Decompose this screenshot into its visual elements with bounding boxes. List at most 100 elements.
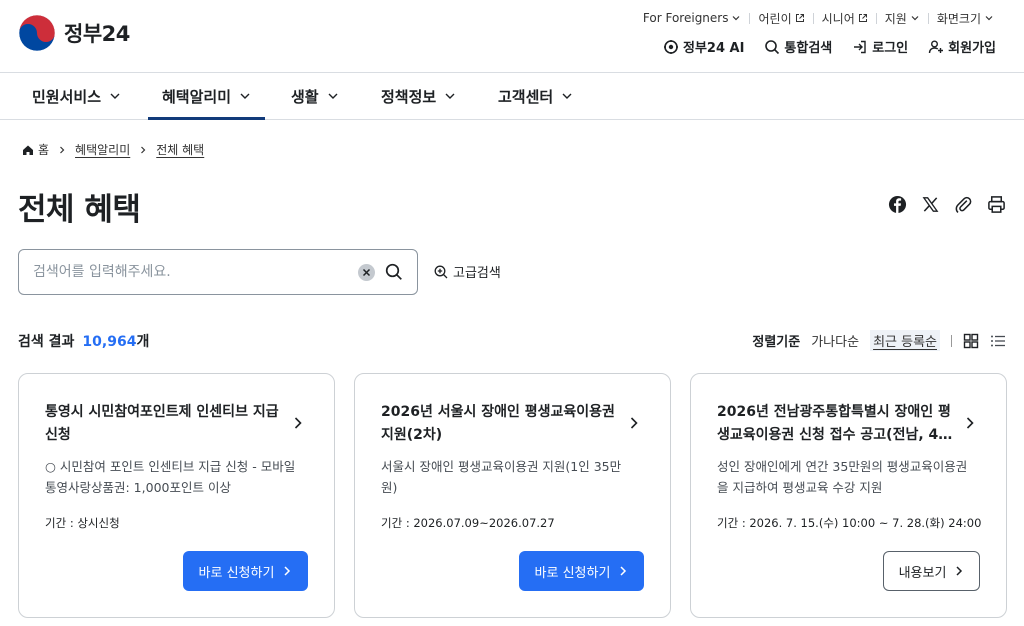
main-nav: 민원서비스 혜택알리미 생활 정책정보 고객센터 xyxy=(0,72,1024,120)
chevron-down-icon xyxy=(445,93,455,99)
button-label: 내용보기 xyxy=(898,565,947,581)
facebook-icon[interactable] xyxy=(888,195,907,214)
apply-now-button[interactable]: 바로 신청하기 xyxy=(519,551,644,591)
x-twitter-icon[interactable] xyxy=(921,195,940,214)
support-menu[interactable]: 지원 xyxy=(877,9,928,27)
link-copy-icon[interactable] xyxy=(954,195,973,214)
chevron-right-icon xyxy=(620,566,627,576)
breadcrumb-benefits[interactable]: 혜택알리미 xyxy=(75,141,130,158)
chevron-right-icon[interactable] xyxy=(292,416,304,430)
nav-label: 정책정보 xyxy=(381,87,437,106)
home-icon xyxy=(23,145,33,155)
integrated-search-button[interactable]: 통합검색 xyxy=(764,37,832,56)
share-tools xyxy=(888,195,1006,214)
print-icon[interactable] xyxy=(987,195,1006,214)
chevron-right-icon[interactable] xyxy=(628,416,640,430)
breadcrumb-home[interactable]: 홈 xyxy=(22,141,49,158)
nav-label: 민원서비스 xyxy=(32,87,102,106)
nav-policy[interactable]: 정책정보 xyxy=(381,73,456,119)
signup-button[interactable]: 회원가입 xyxy=(928,37,996,56)
search-box xyxy=(18,249,418,295)
apply-now-button[interactable]: 바로 신청하기 xyxy=(183,551,308,591)
close-icon xyxy=(362,268,371,276)
benefit-card[interactable]: 통영시 시민참여포인트제 인센티브 지급 신청 ○ 시민참여 포인트 인센티브 … xyxy=(18,373,335,618)
gov24-ai-button[interactable]: 정부24 AI xyxy=(663,37,744,56)
font-size-menu[interactable]: 화면크기 xyxy=(929,9,1002,27)
breadcrumb-home-label: 홈 xyxy=(38,143,50,157)
card-description: 성인 장애인에게 연간 35만원의 평생교육이용권을 지급하여 평생교육 수강 … xyxy=(717,459,968,495)
chevron-right-icon xyxy=(60,146,65,153)
signup-label: 회원가입 xyxy=(948,41,996,56)
chevron-down-icon xyxy=(110,93,120,99)
chevron-right-icon xyxy=(141,146,146,153)
sort-alphabetical[interactable]: 가나다순 xyxy=(811,331,859,350)
nav-customer-center[interactable]: 고객센터 xyxy=(498,73,573,119)
nav-label: 생활 xyxy=(291,87,319,106)
search-icon[interactable] xyxy=(385,263,403,281)
nav-benefits[interactable]: 혜택알리미 xyxy=(148,73,266,120)
nav-label: 혜택알리미 xyxy=(162,87,232,106)
chevron-down-icon xyxy=(328,93,338,99)
login-button[interactable]: 로그인 xyxy=(852,37,908,56)
result-count: 검색 결과 10,964개 xyxy=(18,331,149,351)
chevron-right-icon[interactable] xyxy=(964,416,976,430)
breadcrumb-current[interactable]: 전체 혜택 xyxy=(156,141,204,158)
senior-link[interactable]: 시니어 xyxy=(814,9,876,27)
login-label: 로그인 xyxy=(872,41,909,56)
card-period: 기간 : 2026.07.09~2026.07.27 xyxy=(381,516,555,530)
ai-badge-icon xyxy=(663,39,678,54)
result-number: 10,964 xyxy=(82,334,137,350)
chevron-down-icon xyxy=(562,93,572,99)
clear-search-button[interactable] xyxy=(358,263,375,281)
search-icon xyxy=(765,39,780,54)
grid-view-icon[interactable] xyxy=(963,333,979,349)
list-view-icon[interactable] xyxy=(990,333,1006,349)
divider xyxy=(951,334,952,347)
nav-civil-services[interactable]: 민원서비스 xyxy=(32,73,121,119)
utility-nav: For Foreigners 어린이 시니어 지원 화면크기 xyxy=(635,9,1002,27)
kids-label: 어린이 xyxy=(758,11,792,26)
external-link-icon xyxy=(795,14,804,22)
senior-label: 시니어 xyxy=(821,11,855,26)
card-title[interactable]: 2026년 전남광주통합특별시 장애인 평생교육이용권 신청 접수 공고(전남,… xyxy=(717,401,955,447)
zoom-in-icon xyxy=(434,265,448,278)
support-label: 지원 xyxy=(884,11,907,26)
sort-recent[interactable]: 최근 등록순 xyxy=(870,330,940,351)
for-foreigners-menu[interactable]: For Foreigners xyxy=(635,9,750,27)
advanced-search-button[interactable]: 고급검색 xyxy=(434,262,501,281)
breadcrumb: 홈 혜택알리미 전체 혜택 xyxy=(22,141,204,158)
result-unit: 개 xyxy=(136,334,150,350)
view-details-button[interactable]: 내용보기 xyxy=(883,551,980,591)
login-icon xyxy=(854,40,866,53)
card-title[interactable]: 2026년 서울시 장애인 평생교육이용권 지원(2차) xyxy=(381,401,619,447)
chevron-down-icon xyxy=(911,16,919,21)
result-label: 검색 결과 xyxy=(18,334,75,350)
gov24-ai-label: 정부24 AI xyxy=(682,41,745,56)
card-description: ○ 시민참여 포인트 인센티브 지급 신청 - 모바일 통영사랑상품권: 1,0… xyxy=(45,459,296,495)
chevron-down-icon xyxy=(985,16,993,21)
user-add-icon xyxy=(928,40,944,53)
card-description: 서울시 장애인 평생교육이용권 지원(1인 35만원) xyxy=(381,459,622,495)
card-period: 기간 : 상시신청 xyxy=(45,516,120,530)
chevron-right-icon xyxy=(956,566,963,576)
external-link-icon xyxy=(858,14,867,22)
integrated-search-label: 통합검색 xyxy=(784,41,833,56)
sort-controls: 정렬기준 가나다순 최근 등록순 xyxy=(752,330,1006,351)
page-title: 전체 혜택 xyxy=(18,192,141,228)
chevron-down-icon xyxy=(240,93,250,99)
for-foreigners-label: For Foreigners xyxy=(642,11,729,25)
card-period: 기간 : 2026. 7. 15.(수) 10:00 ~ 7. 28.(화) 2… xyxy=(717,516,982,530)
benefit-card[interactable]: 2026년 전남광주통합특별시 장애인 평생교육이용권 신청 접수 공고(전남,… xyxy=(690,373,1007,618)
nav-life[interactable]: 생활 xyxy=(291,73,339,119)
sort-label: 정렬기준 xyxy=(752,335,801,350)
chevron-down-icon xyxy=(733,16,740,21)
site-logo[interactable]: 정부24 xyxy=(18,14,130,52)
search-input[interactable] xyxy=(33,264,358,280)
card-title[interactable]: 통영시 시민참여포인트제 인센티브 지급 신청 xyxy=(45,401,283,447)
kids-link[interactable]: 어린이 xyxy=(750,9,812,27)
taegeuk-logo-icon xyxy=(18,14,56,52)
font-size-label: 화면크기 xyxy=(936,11,981,26)
chevron-right-icon xyxy=(284,566,291,576)
header-actions: 정부24 AI 통합검색 로그인 회원가입 xyxy=(663,37,996,56)
benefit-card[interactable]: 2026년 서울시 장애인 평생교육이용권 지원(2차) 서울시 장애인 평생교… xyxy=(354,373,671,618)
